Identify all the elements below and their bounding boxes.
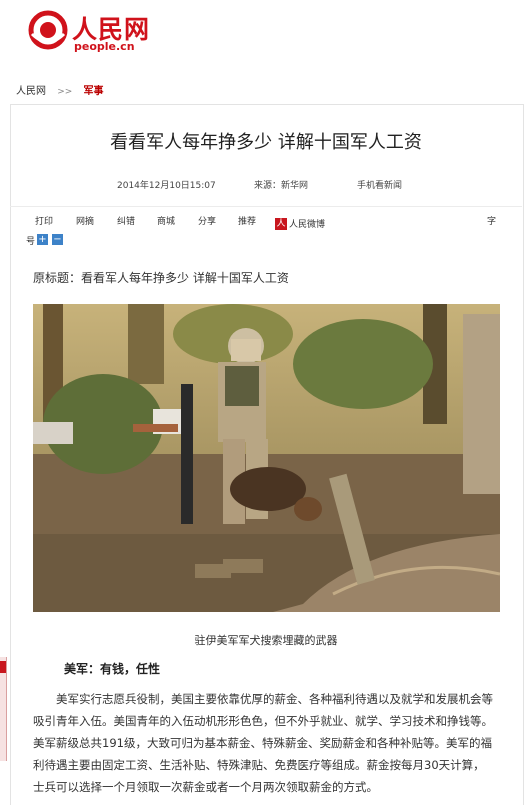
report-error-button[interactable]: 纠错 xyxy=(117,214,135,227)
share-button[interactable]: 分享 xyxy=(198,214,216,227)
section-subheading: 美军：有钱，任性 xyxy=(64,662,161,676)
side-tab-marker xyxy=(0,661,6,673)
font-decrease-button[interactable]: − xyxy=(52,234,63,245)
breadcrumb-separator: >> xyxy=(57,87,73,97)
font-increase-button[interactable]: + xyxy=(37,234,48,245)
mall-link[interactable]: 商城 xyxy=(157,214,175,227)
bookmark-button[interactable]: 网摘 xyxy=(76,214,94,227)
breadcrumb-section-link[interactable]: 军事 xyxy=(83,86,103,97)
weibo-icon: 人 xyxy=(275,217,287,230)
weibo-label: 人民微博 xyxy=(289,220,326,230)
article-photo xyxy=(33,304,500,612)
weibo-share-button[interactable]: 人人民微博 xyxy=(275,213,325,232)
recommend-button[interactable]: 推荐 xyxy=(238,214,256,227)
people-logo-icon xyxy=(28,10,68,50)
site-logo[interactable]: 人民网 people.cn xyxy=(28,8,158,53)
photo-caption: 驻伊美军军犬搜索埋藏的武器 xyxy=(194,634,338,647)
font-size-label-2: 号 xyxy=(26,237,36,247)
publish-date: 2014年12月10日15:07 xyxy=(117,181,216,191)
article-toolbar-divider xyxy=(10,206,522,207)
soldier-dog-photo xyxy=(33,304,500,612)
logo-english-text: people.cn xyxy=(74,40,135,53)
breadcrumb-home-link[interactable]: 人民网 xyxy=(16,86,46,97)
article-body-paragraph: 美军实行志愿兵役制，美国主要依靠优厚的薪金、各种福利待遇以及就学和发展机会等吸引… xyxy=(33,692,493,794)
mobile-news-link[interactable]: 手机看新闻 xyxy=(357,178,402,191)
original-title: 原标题：看看军人每年挣多少 详解十国军人工资 xyxy=(33,271,289,285)
breadcrumb: 人民网 >> 军事 xyxy=(16,82,103,97)
font-size-label-1: 字 xyxy=(487,217,497,227)
print-button[interactable]: 打印 xyxy=(35,214,53,227)
article-title: 看看军人每年挣多少 详解十国军人工资 xyxy=(110,132,422,153)
article-source[interactable]: 来源：新华网 xyxy=(254,178,308,191)
